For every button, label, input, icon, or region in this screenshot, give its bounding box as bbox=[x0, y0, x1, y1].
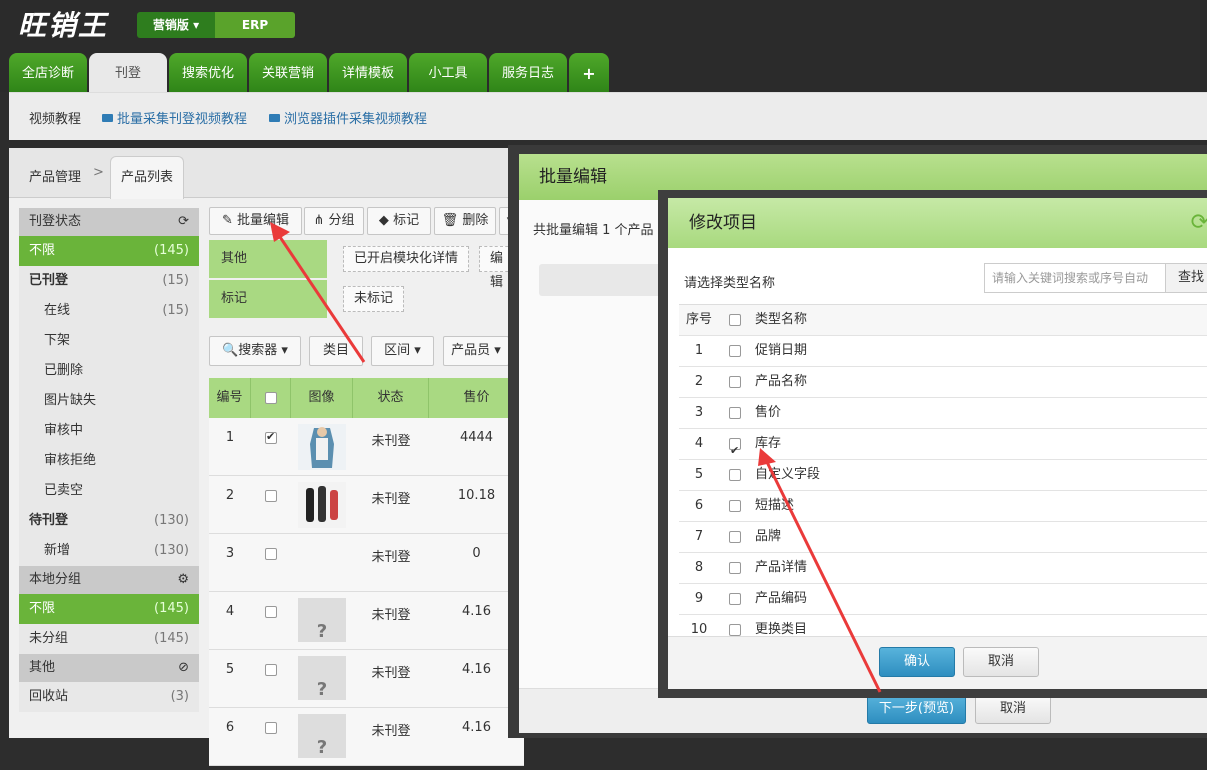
arrow-to-batch-edit bbox=[276, 233, 366, 363]
annotation-arrows bbox=[270, 222, 882, 693]
arrow-to-stock-item bbox=[764, 459, 882, 693]
arrowhead bbox=[758, 448, 776, 466]
